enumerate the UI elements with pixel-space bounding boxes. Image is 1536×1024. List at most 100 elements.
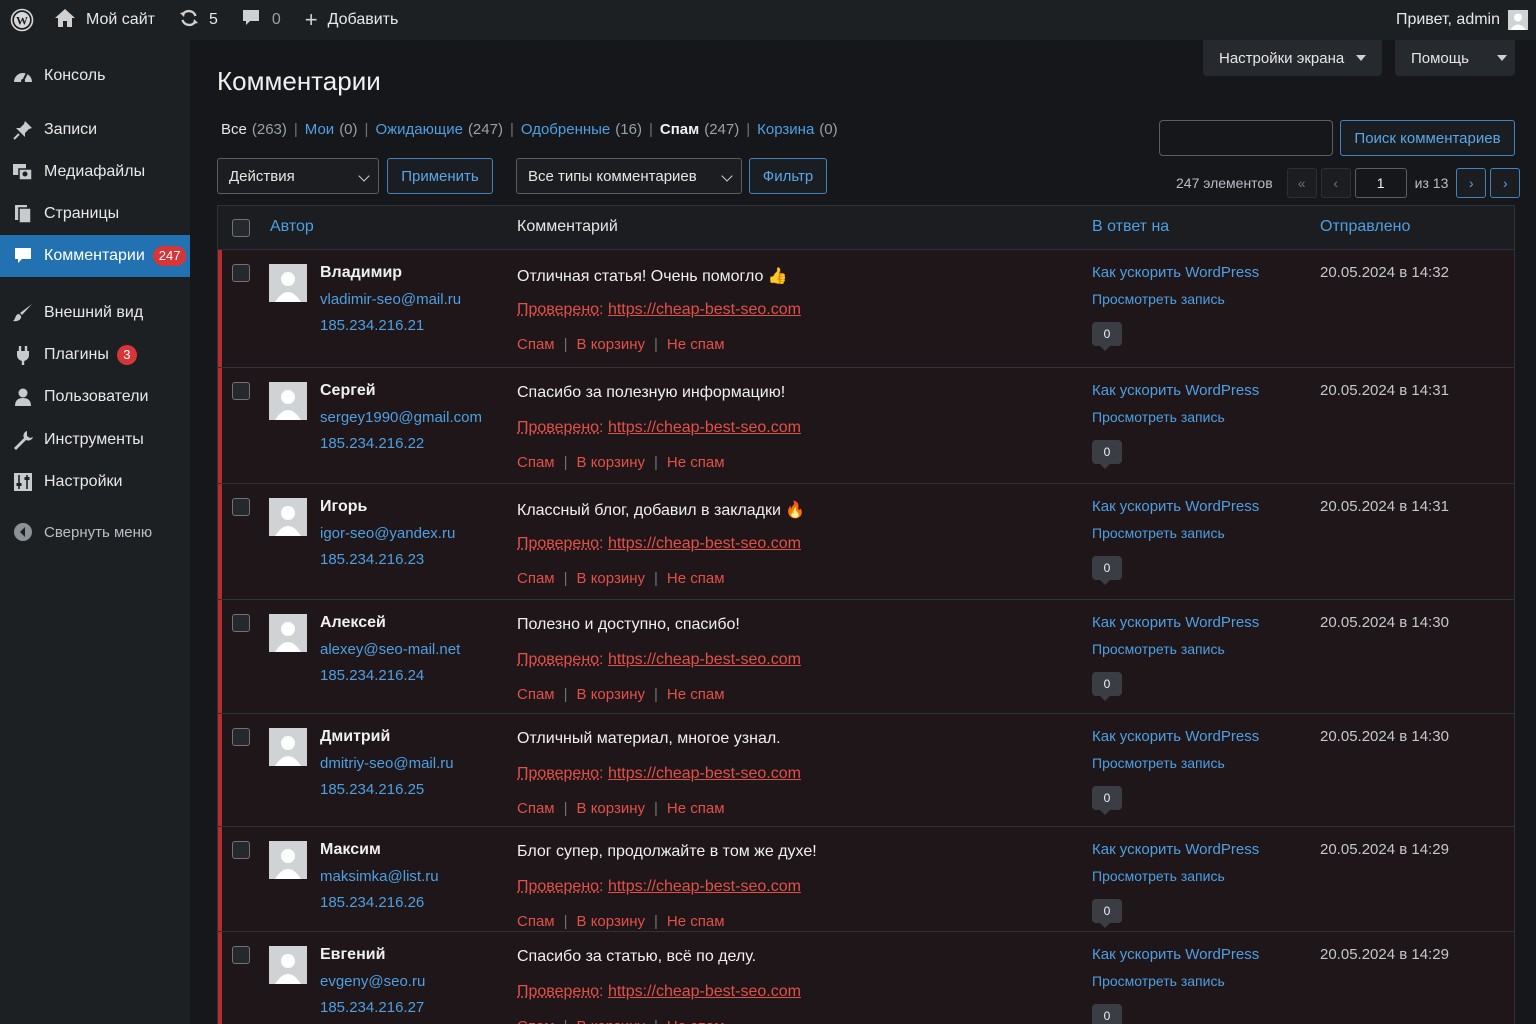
author-email-link[interactable]: vladimir-seo@mail.ru (320, 291, 461, 308)
row-checkbox[interactable] (232, 382, 250, 400)
trash-action[interactable]: В корзину (577, 1018, 645, 1024)
next-page-button[interactable]: › (1456, 168, 1487, 198)
my-account[interactable]: Привет, admin (1396, 0, 1528, 40)
not-spam-action[interactable]: Не спам (667, 336, 725, 353)
author-ip-link[interactable]: 185.234.216.26 (320, 894, 424, 911)
filter-pending[interactable]: Ожидающие (247) (375, 121, 503, 138)
spam-link[interactable]: https://cheap-best-seo.com (608, 765, 801, 782)
author-ip-link[interactable]: 185.234.216.23 (320, 551, 424, 568)
trash-action[interactable]: В корзину (577, 686, 645, 703)
prev-page-button[interactable]: ‹ (1320, 168, 1351, 198)
trash-action[interactable]: В корзину (577, 800, 645, 817)
response-post-link[interactable]: Как ускорить WordPress (1092, 614, 1259, 631)
comment-count-bubble[interactable]: 0 (1092, 1004, 1122, 1024)
row-checkbox[interactable] (232, 946, 250, 964)
filter-label[interactable]: Одобренные (521, 121, 610, 138)
response-post-link[interactable]: Как ускорить WordPress (1092, 728, 1259, 745)
view-post-link[interactable]: Просмотреть запись (1092, 291, 1225, 307)
filter-label[interactable]: Мои (305, 121, 334, 138)
filter-label[interactable]: Корзина (757, 121, 814, 138)
comment-count-bubble[interactable]: 0 (1092, 786, 1122, 815)
comment-type-select[interactable]: Все типы комментариев (516, 158, 742, 194)
view-post-link[interactable]: Просмотреть запись (1092, 525, 1225, 541)
author-ip-link[interactable]: 185.234.216.24 (320, 667, 424, 684)
spam-link[interactable]: https://cheap-best-seo.com (608, 535, 801, 552)
trash-action[interactable]: В корзину (577, 454, 645, 471)
spam-action[interactable]: Спам (517, 913, 555, 930)
sidebar-item-plugins[interactable]: Плагины 3 (0, 334, 190, 376)
author-ip-link[interactable]: 185.234.216.27 (320, 999, 424, 1016)
author-ip-link[interactable]: 185.234.216.25 (320, 781, 424, 798)
comment-count-bubble[interactable]: 0 (1092, 672, 1122, 701)
current-page-input[interactable]: 1 (1354, 168, 1407, 198)
response-post-link[interactable]: Как ускорить WordPress (1092, 382, 1259, 399)
trash-action[interactable]: В корзину (577, 570, 645, 587)
sidebar-item-media[interactable]: Медиафайлы (0, 151, 190, 193)
spam-action[interactable]: Спам (517, 336, 555, 353)
apply-button[interactable]: Применить (387, 158, 493, 194)
spam-link[interactable]: https://cheap-best-seo.com (608, 983, 801, 1000)
sidebar-item-settings[interactable]: Настройки (0, 461, 190, 503)
not-spam-action[interactable]: Не спам (667, 454, 725, 471)
spam-link[interactable]: https://cheap-best-seo.com (608, 878, 801, 895)
collapse-menu-button[interactable]: Свернуть меню (0, 511, 190, 553)
last-page-button[interactable]: › (1490, 168, 1521, 198)
row-checkbox[interactable] (232, 264, 250, 282)
not-spam-action[interactable]: Не спам (667, 1018, 725, 1024)
view-post-link[interactable]: Просмотреть запись (1092, 755, 1225, 771)
select-all-checkbox[interactable] (232, 219, 250, 237)
spam-action[interactable]: Спам (517, 686, 555, 703)
filter-label[interactable]: Ожидающие (375, 121, 463, 138)
spam-link[interactable]: https://cheap-best-seo.com (608, 419, 801, 436)
not-spam-action[interactable]: Не спам (667, 570, 725, 587)
sidebar-item-pages[interactable]: Страницы (0, 193, 190, 235)
column-response[interactable]: В ответ на (1092, 218, 1169, 236)
sidebar-item-tools[interactable]: Инструменты (0, 419, 190, 461)
sidebar-item-comments[interactable]: Комментарии 247 (0, 235, 190, 277)
search-comments-input[interactable] (1159, 120, 1333, 156)
updates-link[interactable]: 5 (167, 0, 230, 40)
view-post-link[interactable]: Просмотреть запись (1092, 641, 1225, 657)
author-email-link[interactable]: dmitriy-seo@mail.ru (320, 755, 454, 772)
response-post-link[interactable]: Как ускорить WordPress (1092, 946, 1259, 963)
filter-trash[interactable]: Корзина (0) (757, 121, 837, 138)
sidebar-item-posts[interactable]: Записи (0, 109, 190, 151)
spam-action[interactable]: Спам (517, 800, 555, 817)
column-author[interactable]: Автор (270, 218, 314, 236)
site-name-link[interactable]: Мой сайт (44, 0, 167, 40)
comment-count-bubble[interactable]: 0 (1092, 322, 1122, 351)
comment-count-bubble[interactable]: 0 (1092, 440, 1122, 469)
view-post-link[interactable]: Просмотреть запись (1092, 868, 1225, 884)
trash-action[interactable]: В корзину (577, 913, 645, 930)
filter-button[interactable]: Фильтр (749, 158, 827, 194)
spam-link[interactable]: https://cheap-best-seo.com (608, 301, 801, 318)
filter-approved[interactable]: Одобренные (16) (521, 121, 642, 138)
filter-spam[interactable]: Спам (247) (660, 121, 739, 138)
sidebar-item-appearance[interactable]: Внешний вид (0, 292, 190, 334)
row-checkbox[interactable] (232, 498, 250, 516)
add-new-link[interactable]: + Добавить (293, 0, 411, 40)
author-email-link[interactable]: alexey@seo-mail.net (320, 641, 460, 658)
view-post-link[interactable]: Просмотреть запись (1092, 409, 1225, 425)
filter-all[interactable]: Все (263) (221, 121, 287, 138)
spam-action[interactable]: Спам (517, 454, 555, 471)
not-spam-action[interactable]: Не спам (667, 913, 725, 930)
comment-count-bubble[interactable]: 0 (1092, 899, 1122, 928)
not-spam-action[interactable]: Не спам (667, 800, 725, 817)
spam-action[interactable]: Спам (517, 570, 555, 587)
trash-action[interactable]: В корзину (577, 336, 645, 353)
response-post-link[interactable]: Как ускорить WordPress (1092, 498, 1259, 515)
not-spam-action[interactable]: Не спам (667, 686, 725, 703)
search-comments-button[interactable]: Поиск комментариев (1340, 120, 1515, 156)
author-email-link[interactable]: sergey1990@gmail.com (320, 409, 482, 426)
screen-options-button[interactable]: Настройки экрана (1203, 40, 1383, 76)
response-post-link[interactable]: Как ускорить WordPress (1092, 264, 1259, 281)
spam-action[interactable]: Спам (517, 1018, 555, 1024)
row-checkbox[interactable] (232, 614, 250, 632)
row-checkbox[interactable] (232, 841, 250, 859)
view-post-link[interactable]: Просмотреть запись (1092, 973, 1225, 989)
response-post-link[interactable]: Как ускорить WordPress (1092, 841, 1259, 858)
help-button[interactable]: Помощь (1395, 40, 1515, 76)
wordpress-logo-icon[interactable]: W (0, 0, 44, 40)
sidebar-item-users[interactable]: Пользователи (0, 376, 190, 418)
